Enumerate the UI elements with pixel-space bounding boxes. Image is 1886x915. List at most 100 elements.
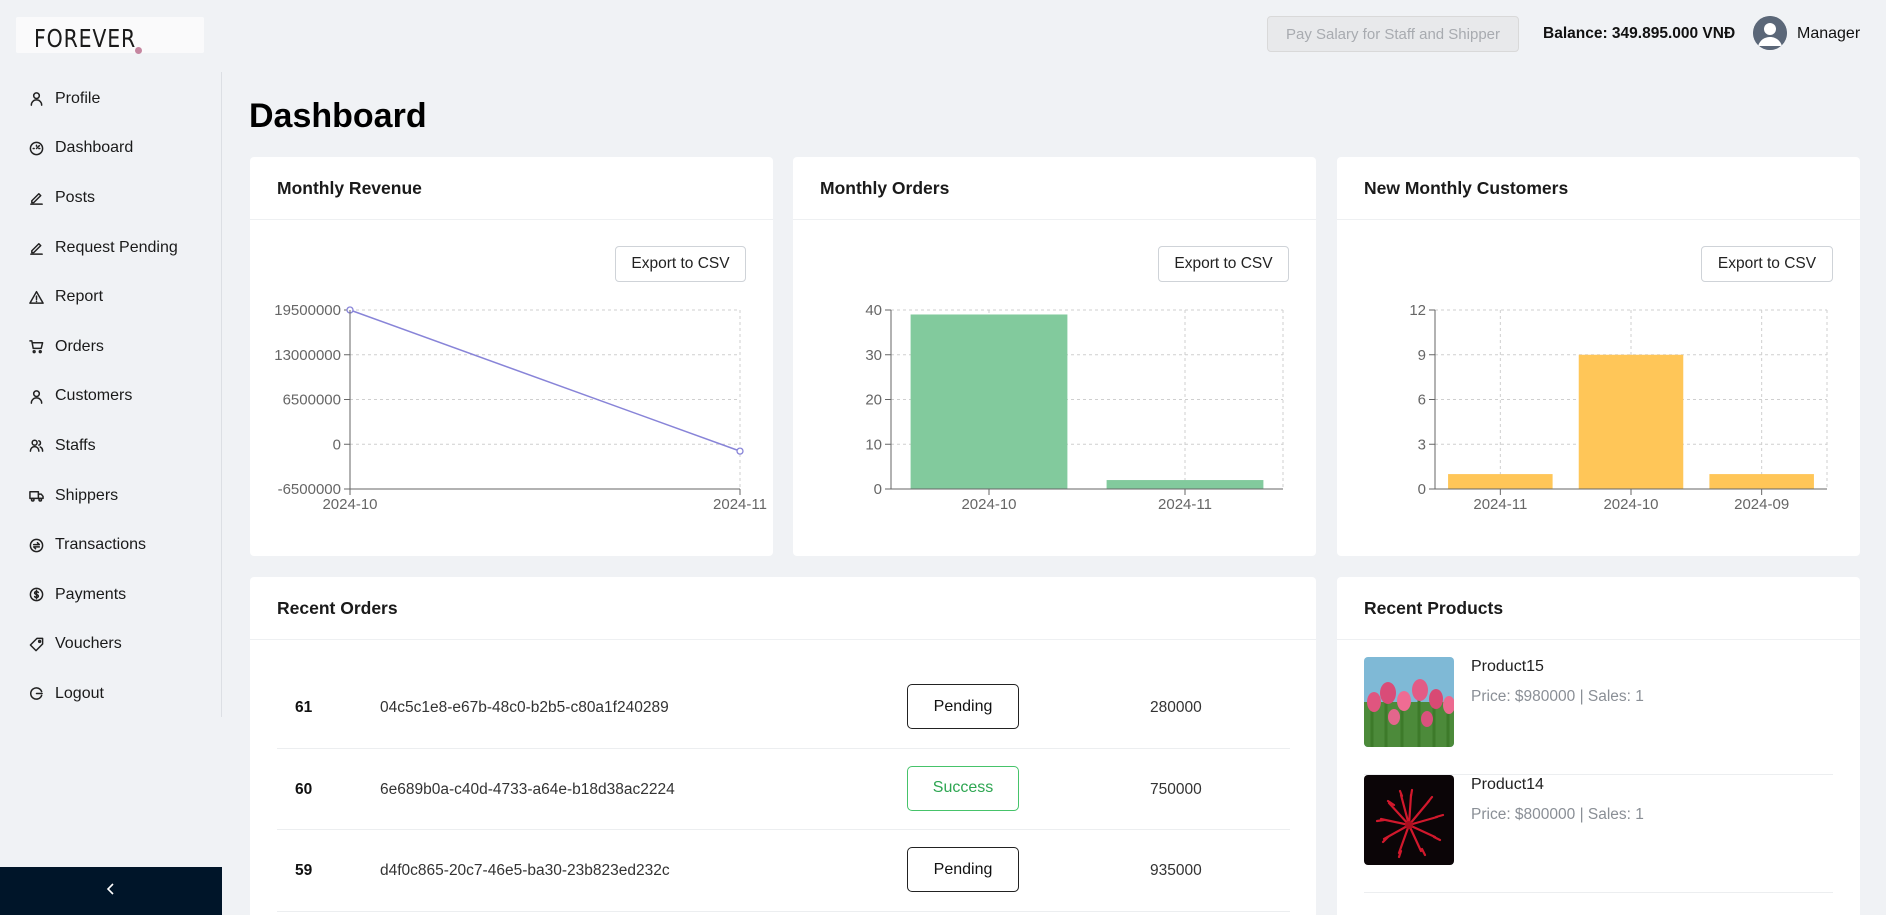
status-badge[interactable]: Pending <box>907 847 1019 893</box>
table-row[interactable]: 60 6e689b0a-c40d-4733-a64e-b18d38ac2224 … <box>277 749 1290 831</box>
sidebar-item-label: Vouchers <box>55 635 122 653</box>
sidebar-item-transactions[interactable]: Transactions <box>0 520 221 570</box>
card-title: Recent Orders <box>277 597 398 618</box>
y-tick-label: 10 <box>865 436 882 453</box>
y-tick-label: 30 <box>865 347 882 364</box>
sidebar-item-label: Profile <box>55 89 101 107</box>
x-tick-label: 2024-11 <box>1473 496 1527 513</box>
sidebar-item-label: Customers <box>55 387 133 405</box>
y-tick-label: 40 <box>865 302 882 319</box>
bar <box>1709 474 1814 489</box>
y-tick-label: 20 <box>865 392 882 409</box>
order-id: 60 <box>295 780 313 798</box>
transaction-icon <box>28 537 44 553</box>
table-row[interactable]: 61 04c5c1e8-e67b-48c0-b2b5-c80a1f240289 … <box>277 667 1290 749</box>
user-role[interactable]: Manager <box>1797 25 1860 43</box>
order-code: 6e689b0a-c40d-4733-a64e-b18d38ac2224 <box>380 780 675 798</box>
status-badge[interactable]: Success <box>907 765 1019 811</box>
product-image[interactable] <box>1364 657 1454 747</box>
monthly-orders-card: Monthly Orders Export to CSV 0 10 20 30 40 20… <box>793 157 1316 556</box>
card-header: Recent Products <box>1337 577 1860 640</box>
logo-dot <box>135 47 142 54</box>
sidebar-item-logout[interactable]: Logout <box>0 669 221 719</box>
warning-icon <box>28 289 44 305</box>
card-header: Recent Orders <box>250 577 1316 640</box>
order-id: 59 <box>295 862 313 880</box>
data-point <box>736 447 744 455</box>
sidebar-item-label: Request Pending <box>55 238 178 256</box>
x-tick-label: 2024-10 <box>961 496 1016 513</box>
tag-icon <box>28 636 44 652</box>
truck-icon <box>28 488 44 504</box>
sidebar-item-orders[interactable]: Orders <box>0 322 221 372</box>
sidebar-item-label: Orders <box>55 337 104 355</box>
products-list: Product15 Price: $980000 | Sales: 1 Prod… <box>1364 657 1833 893</box>
table-row[interactable]: 59 d4f0c865-20c7-46e5-ba30-23b823ed232c … <box>277 830 1290 912</box>
sidebar-divider <box>221 72 222 717</box>
sidebar: FOREVER Profile Dashboard Posts Request … <box>0 0 222 915</box>
y-tick-label: 19500000 <box>274 302 341 319</box>
sidebar-item-posts[interactable]: Posts <box>0 173 221 223</box>
product-image[interactable] <box>1364 775 1454 865</box>
sidebar-item-label: Report <box>55 288 104 306</box>
product-meta: Price: $800000 | Sales: 1 <box>1471 806 1644 823</box>
revenue-line-chart: -65000000650000013000000195000002024-10 2… <box>274 302 767 513</box>
team-icon <box>28 438 44 454</box>
logo-text: FOREVER <box>34 24 137 53</box>
y-tick-label: 0 <box>333 436 341 453</box>
list-item[interactable]: Product15 Price: $980000 | Sales: 1 <box>1364 657 1833 775</box>
balance-text: Balance: 349.895.000 VNĐ <box>1543 25 1736 42</box>
pay-salary-button[interactable]: Pay Salary for Staff and Shipper <box>1267 16 1519 52</box>
sidebar-item-request-pending[interactable]: Request Pending <box>0 223 221 273</box>
bar <box>910 314 1068 489</box>
x-tick-label: 2024-11 <box>713 496 767 513</box>
y-tick-label: 6 <box>1418 392 1426 409</box>
x-tick-label: 2024-11 <box>1158 496 1212 513</box>
bar <box>1578 354 1684 489</box>
user-icon <box>28 91 44 107</box>
order-code: 04c5c1e8-e67b-48c0-b2b5-c80a1f240289 <box>380 699 669 716</box>
sidebar-item-profile[interactable]: Profile <box>0 74 221 124</box>
list-item[interactable]: Product14 Price: $800000 | Sales: 1 <box>1364 775 1833 893</box>
status-badge[interactable]: Pending <box>907 684 1019 729</box>
edit-icon <box>28 190 44 206</box>
product-meta: Price: $980000 | Sales: 1 <box>1471 688 1644 705</box>
x-tick-label: 2024-10 <box>322 496 377 513</box>
recent-orders-card: Recent Orders 61 04c5c1e8-e67b-48c0-b2b5… <box>250 577 1316 915</box>
dollar-icon <box>28 587 44 603</box>
sidebar-item-report[interactable]: Report <box>0 272 221 322</box>
logout-icon <box>28 686 44 702</box>
sidebar-item-shippers[interactable]: Shippers <box>0 471 221 521</box>
sidebar-item-staffs[interactable]: Staffs <box>0 421 221 471</box>
sidebar-item-vouchers[interactable]: Vouchers <box>0 620 221 670</box>
sidebar-item-dashboard[interactable]: Dashboard <box>0 124 221 174</box>
sidebar-item-label: Payments <box>55 585 127 603</box>
sidebar-item-label: Posts <box>55 188 96 206</box>
y-tick-label: 3 <box>1418 436 1426 453</box>
sidebar-item-label: Shippers <box>55 486 119 504</box>
order-code: d4f0c865-20c7-46e5-ba30-23b823ed232c <box>380 862 670 880</box>
bar <box>1448 474 1553 489</box>
dashboard-icon <box>28 140 44 156</box>
sidebar-item-customers[interactable]: Customers <box>0 372 221 422</box>
sidebar-item-label: Staffs <box>55 436 96 454</box>
x-tick-label: 2024-09 <box>1734 496 1789 513</box>
sidebar-collapse-button[interactable] <box>0 867 222 915</box>
cart-icon <box>28 339 44 355</box>
order-amount: 750000 <box>1150 780 1202 798</box>
product-name[interactable]: Product14 <box>1471 776 1544 794</box>
order-amount: 935000 <box>1150 862 1202 880</box>
logo[interactable]: FOREVER <box>16 17 204 54</box>
page-title: Dashboard <box>249 97 427 135</box>
user-icon <box>28 388 44 404</box>
avatar[interactable] <box>1753 16 1787 50</box>
x-tick-label: 2024-10 <box>1603 496 1658 513</box>
product-name[interactable]: Product15 <box>1471 658 1544 676</box>
sidebar-menu: Profile Dashboard Posts Request Pending … <box>0 74 221 719</box>
card-title: Recent Products <box>1364 597 1504 618</box>
y-tick-label: 9 <box>1418 347 1426 364</box>
sidebar-item-payments[interactable]: Payments <box>0 570 221 620</box>
monthly-revenue-card: Monthly Revenue Export to CSV -6500000 0 6… <box>250 157 773 556</box>
chevron-left-icon <box>104 882 118 901</box>
y-tick-label: 12 <box>1409 302 1426 319</box>
